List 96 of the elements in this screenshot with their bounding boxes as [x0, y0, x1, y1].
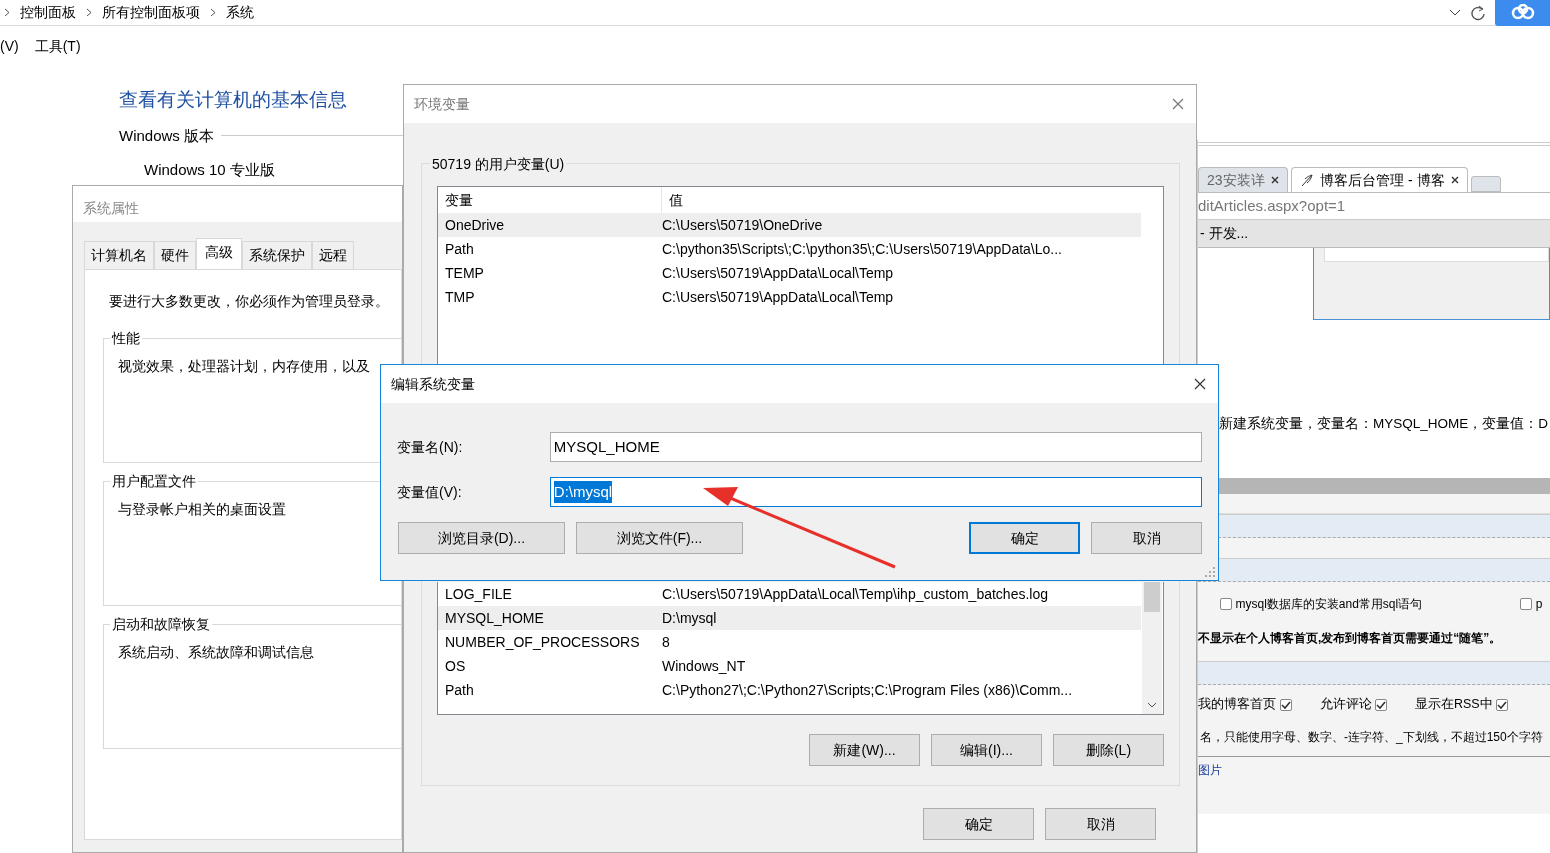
variable-value: C:\Users\50719\AppData\Local\Temp	[662, 287, 894, 307]
notice-text: 不显示在个人博客首页,发布到博客首页需要通过“随笔”。	[1198, 630, 1503, 648]
browser-tab[interactable]: 博客后台管理 - 博客	[1291, 167, 1468, 192]
close-icon[interactable]	[1450, 176, 1459, 184]
checkbox-label: 允许评论	[1319, 696, 1372, 714]
list-row[interactable]: OS Windows_NT	[438, 654, 1141, 678]
chevron-icon	[210, 8, 216, 17]
image-link[interactable]: 图片	[1198, 763, 1222, 777]
breadcrumb-item[interactable]: 控制面板	[20, 2, 76, 23]
variable-name: LOG_FILE	[445, 584, 513, 604]
cloud-button[interactable]	[1495, 0, 1550, 26]
variable-name: Path	[445, 680, 475, 700]
window-title: 环境变量	[414, 94, 470, 114]
section-label: Windows 版本	[119, 125, 215, 146]
scrollbar-thumb[interactable]	[1144, 582, 1160, 612]
variable-name: TMP	[445, 287, 476, 307]
tab[interactable]: 高级	[196, 238, 242, 269]
field-label: 变量名(N):	[397, 437, 464, 457]
dialog-button[interactable]: 确定	[969, 522, 1080, 554]
checkbox-label: mysql数据库的安装and常用sql语句	[1235, 596, 1423, 614]
scroll-down-icon[interactable]	[1147, 702, 1157, 708]
tab-title: 博客后台管理 - 博客	[1320, 170, 1445, 190]
checkbox[interactable]	[1279, 698, 1292, 711]
list-row[interactable]: NUMBER_OF_PROCESSORS 8	[438, 630, 1141, 654]
group-text: 系统启动、系统故障和调试信息	[118, 644, 315, 663]
group-title: 50719 的用户变量(U)	[430, 154, 567, 175]
resize-grip-icon	[1205, 567, 1215, 577]
breadcrumb-item[interactable]: 所有控制面板项	[102, 2, 200, 23]
hint-text: 名，只能使用字母、数字、-连字符、_下划线，不超过150个字符	[1199, 729, 1544, 746]
checkbox-label: 我的博客首页	[1198, 696, 1276, 714]
checkbox[interactable]	[1220, 598, 1232, 611]
chevron-icon	[4, 8, 10, 17]
window-title: 编辑系统变量	[391, 374, 475, 394]
variable-name: OS	[445, 656, 467, 676]
page-heading: 查看有关计算机的基本信息	[119, 88, 348, 112]
cloud-icon	[1509, 3, 1536, 20]
action-button[interactable]: 删除(L)	[1053, 734, 1164, 766]
edition-text: Windows 10 专业版	[144, 160, 276, 180]
variable-name: MYSQL_HOME	[445, 608, 545, 628]
list-row[interactable]: TEMP C:\Users\50719\AppData\Local\Temp	[438, 261, 1141, 285]
variable-name: OneDrive	[445, 215, 506, 235]
variable-value: C:\Users\50719\AppData\Local\Temp	[662, 263, 894, 283]
variable-value: C:\Users\50719\OneDrive	[662, 215, 823, 235]
group-text: 视觉效果，处理器计划，内存使用，以及	[118, 358, 371, 377]
list-row[interactable]: TMP C:\Users\50719\AppData\Local\Temp	[438, 285, 1141, 309]
variable-value: Windows_NT	[662, 656, 746, 676]
tab[interactable]: 系统保护	[242, 241, 312, 269]
variable-value: 8	[662, 632, 670, 652]
browser-tab[interactable]: 23安装详	[1198, 167, 1288, 192]
variable-name: NUMBER_OF_PROCESSORS	[445, 632, 641, 652]
address-text[interactable]: ditArticles.aspx?opt=1	[1198, 194, 1346, 218]
text-field[interactable]: D:\mysql	[549, 477, 1202, 507]
dialog-button[interactable]: 浏览文件(F)...	[576, 522, 743, 554]
dialog-button[interactable]: 确定	[923, 808, 1034, 840]
tab[interactable]: 硬件	[154, 241, 196, 269]
checkbox[interactable]	[1496, 698, 1509, 711]
list-row[interactable]: Path C:\python35\Scripts\;C:\python35\;C:\Users\50719\AppData\Lo...	[438, 237, 1141, 261]
window-title: 系统属性	[73, 186, 402, 222]
dialog-button[interactable]: 浏览目录(D)...	[398, 522, 565, 554]
feather-icon	[1300, 173, 1315, 187]
variable-value: C:\python35\Scripts\;C:\python35\;C:\Users\50719\AppData\Lo...	[662, 239, 1062, 259]
menu-item[interactable]: 工具(T)	[34, 36, 81, 57]
tab[interactable]: 远程	[312, 241, 354, 269]
tab-title: 23安装详	[1207, 170, 1265, 190]
close-icon[interactable]	[1270, 176, 1279, 184]
variable-name: Path	[445, 239, 475, 259]
column-header[interactable]: 值	[662, 187, 1141, 213]
action-button[interactable]: 编辑(I)...	[931, 734, 1042, 766]
list-row[interactable]: OneDrive C:\Users\50719\OneDrive	[438, 213, 1141, 237]
variable-value: D:\mysql	[662, 608, 717, 628]
refresh-icon[interactable]	[1471, 4, 1485, 21]
dialog-button[interactable]: 取消	[1045, 808, 1156, 840]
dialog-button[interactable]: 取消	[1091, 522, 1202, 554]
breadcrumb-item[interactable]: 系统	[226, 2, 254, 23]
list-row[interactable]: LOG_FILE C:\Users\50719\AppData\Local\Temp\ihp_custom_batches.log	[438, 582, 1141, 606]
checkbox-label: 显示在RSS中	[1415, 696, 1493, 714]
text-field[interactable]: MYSQL_HOME	[549, 432, 1202, 462]
menu-item[interactable]: (V)	[0, 36, 19, 57]
tab[interactable]: 计算机名	[84, 241, 154, 269]
chevron-icon	[86, 8, 92, 17]
dropdown-icon[interactable]	[1449, 8, 1461, 17]
list-row[interactable]: Path C:\Python27\;C:\Python27\Scripts;C:\Program Files (x86)\Comm...	[438, 678, 1141, 702]
variable-value: C:\Python27\;C:\Python27\Scripts;C:\Program Files (x86)\Comm...	[662, 680, 1073, 700]
close-icon[interactable]	[1194, 378, 1206, 390]
article-text: 新建系统变量，变量名：MYSQL_HOME，变量值：D	[1219, 415, 1550, 433]
field-label: 变量值(V):	[397, 482, 463, 502]
notice-text: 要进行大多数更改，你必须作为管理员登录。	[109, 293, 390, 311]
checkbox-label: p	[1535, 596, 1543, 614]
list-row[interactable]: MYSQL_HOME D:\mysql	[438, 606, 1141, 630]
checkbox[interactable]	[1375, 698, 1387, 711]
group-text: 与登录帐户相关的桌面设置	[118, 501, 287, 520]
bookmark-item[interactable]: - 开发...	[1200, 223, 1249, 244]
checkbox[interactable]	[1520, 598, 1533, 611]
variable-value: C:\Users\50719\AppData\Local\Temp\ihp_custom_batches.log	[662, 584, 1048, 604]
action-button[interactable]: 新建(W)...	[809, 734, 920, 766]
variable-name: TEMP	[445, 263, 485, 283]
